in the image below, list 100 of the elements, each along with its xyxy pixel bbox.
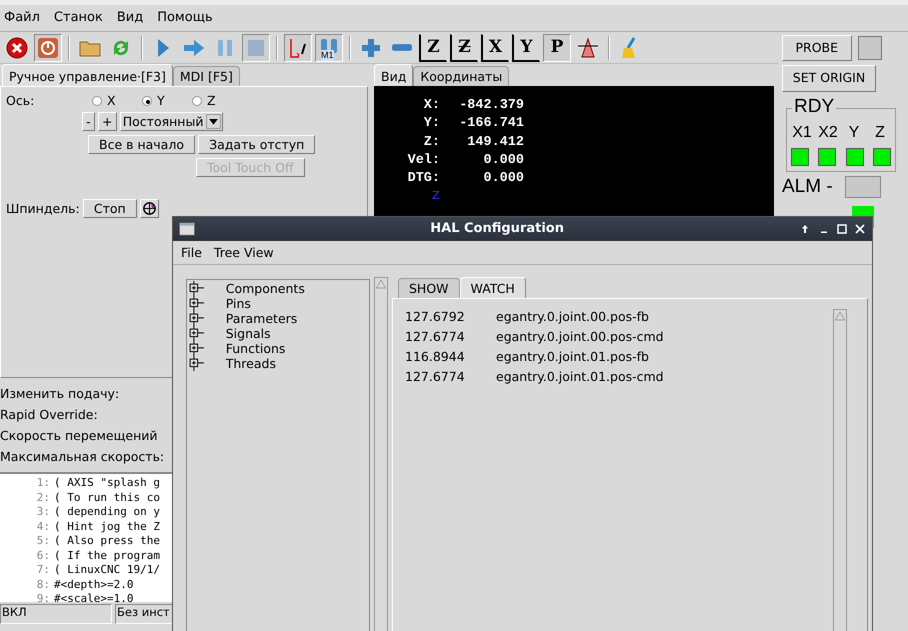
tab[interactable]: WATCH: [460, 277, 526, 298]
dro-value: 0.000: [482, 152, 524, 170]
estop-icon: [5, 36, 29, 60]
watch-value: 116.8944: [405, 349, 466, 366]
tab[interactable]: Координаты: [413, 66, 510, 86]
line-number: 5:: [36, 534, 50, 548]
rotate-view-icon: [576, 36, 600, 60]
tree-item[interactable]: Parameters: [226, 311, 298, 326]
dro-label: Z:: [422, 134, 440, 152]
watch-value: 127.6774: [405, 369, 466, 386]
gcode-line: #<scale>=1.0: [54, 592, 134, 602]
view-button[interactable]: Z: [450, 34, 478, 62]
override-label: Скорость перемещений: [0, 428, 158, 445]
expand-icon[interactable]: [187, 341, 207, 356]
home-all-button[interactable]: Все в начало: [88, 135, 195, 154]
dro-label: Vel:: [406, 152, 440, 170]
tab[interactable]: Вид: [374, 64, 414, 86]
tree-item[interactable]: Threads: [226, 356, 276, 371]
axis-radio[interactable]: Z: [192, 93, 242, 108]
pin-name: egantry.0.joint.01.pos-cmd: [496, 369, 664, 386]
menu-item[interactable]: File: [181, 245, 202, 260]
expand-icon[interactable]: [187, 311, 207, 326]
axis-label: Y: [848, 122, 860, 142]
menu-item[interactable]: Вид: [116, 10, 144, 26]
gcode-line: ( Hint jog the Z: [54, 520, 160, 532]
gcode-line: ( AXIS "splash g: [54, 476, 160, 489]
dro-label: Y:: [422, 116, 440, 134]
menu-item[interactable]: Помощь: [157, 10, 213, 26]
line-number: 4:: [36, 520, 50, 534]
line-number: 9:: [36, 592, 50, 602]
touch-off-button[interactable]: Задать отступ: [198, 135, 316, 154]
scrollbar[interactable]: [374, 277, 388, 631]
scroll-up-icon[interactable]: [834, 310, 846, 322]
axis-label: Ось:: [6, 93, 36, 108]
gcode-line: ( Also press the: [54, 534, 160, 547]
stop-button[interactable]: [242, 34, 270, 62]
expand-icon[interactable]: [187, 356, 207, 371]
pin-name: egantry.0.joint.01.pos-fb: [496, 349, 649, 366]
scrollbar[interactable]: [833, 309, 847, 631]
optional-stop-button[interactable]: M1: [315, 34, 343, 62]
gcode-line: ( LinuxCNC 19/1/: [54, 563, 160, 576]
close-icon[interactable]: [854, 223, 866, 235]
dro-label: DTG:: [406, 171, 440, 188]
tree-item[interactable]: Pins: [226, 296, 251, 311]
override-label: Максимальная скорость:: [0, 449, 166, 466]
skip-lines-button[interactable]: [284, 34, 312, 62]
maximize-icon[interactable]: [836, 223, 848, 235]
tab[interactable]: Ручное управление·[F3]: [2, 64, 173, 86]
line-number: 2:: [36, 490, 50, 505]
expand-icon[interactable]: [187, 281, 207, 296]
axis-label: Z: [874, 122, 886, 142]
expand-icon[interactable]: [187, 296, 207, 311]
menu-item[interactable]: Файл: [4, 10, 40, 26]
line-number: 1:: [36, 476, 50, 490]
dro-label: X:: [422, 98, 440, 115]
menu-item[interactable]: Tree View: [214, 245, 274, 260]
scroll-up-icon[interactable]: [375, 278, 387, 290]
tree-item[interactable]: Signals: [226, 326, 271, 341]
view-button[interactable]: Z: [419, 34, 447, 62]
window-title: HAL Configuration: [429, 221, 565, 237]
zoom-out-icon: [392, 44, 412, 51]
override-label: Изменить подачу:: [0, 386, 120, 403]
axis-radio[interactable]: X: [92, 93, 142, 108]
watch-value: 127.6792: [405, 309, 466, 326]
tab[interactable]: MDI [F5]: [172, 66, 240, 86]
spindle-stop-button[interactable]: Стоп: [82, 199, 137, 218]
set-origin-button[interactable]: SET ORIGIN: [782, 65, 876, 92]
gcode-line: #<depth>=2.0: [54, 578, 134, 590]
jog-plus-button[interactable]: +: [98, 112, 117, 131]
pin-name: egantry.0.joint.00.pos-cmd: [496, 329, 664, 346]
probe-button[interactable]: PROBE: [782, 35, 852, 62]
line-number: 7:: [36, 563, 50, 578]
gcode-line: ( To run this co: [54, 490, 160, 504]
view-button[interactable]: P: [543, 34, 571, 62]
view-button[interactable]: X: [481, 34, 509, 62]
gcode-line: ( depending on y: [54, 505, 160, 518]
jog-minus-button[interactable]: -: [82, 112, 95, 131]
view-button[interactable]: Y: [512, 34, 540, 62]
alarm-label: ALM -: [782, 176, 833, 198]
menu-item[interactable]: Станок: [54, 10, 103, 26]
axis-label: X2: [817, 122, 839, 142]
dro-value: -166.741: [458, 116, 524, 134]
window-icon: [179, 221, 195, 237]
tree-item[interactable]: Components: [226, 281, 305, 296]
spindle-direction-button[interactable]: [140, 199, 159, 218]
status-field: ВКЛ: [0, 604, 112, 624]
power-button[interactable]: [34, 34, 62, 62]
dro-value: 0.000: [482, 171, 524, 188]
axis-radio[interactable]: Y: [142, 93, 192, 108]
line-number: 8:: [36, 578, 50, 592]
axis-label: X1: [791, 122, 813, 142]
expand-icon[interactable]: [187, 326, 207, 341]
jog-mode-dropdown[interactable]: Постоянный: [120, 112, 224, 131]
spindle-label: Шпиндель:: [6, 201, 80, 216]
dro-value: -842.379: [458, 98, 524, 115]
watch-value: 127.6774: [405, 329, 466, 346]
power-icon: [36, 36, 60, 60]
line-number: 6:: [36, 548, 50, 563]
tab[interactable]: SHOW: [398, 278, 460, 298]
tree-item[interactable]: Functions: [226, 341, 286, 356]
